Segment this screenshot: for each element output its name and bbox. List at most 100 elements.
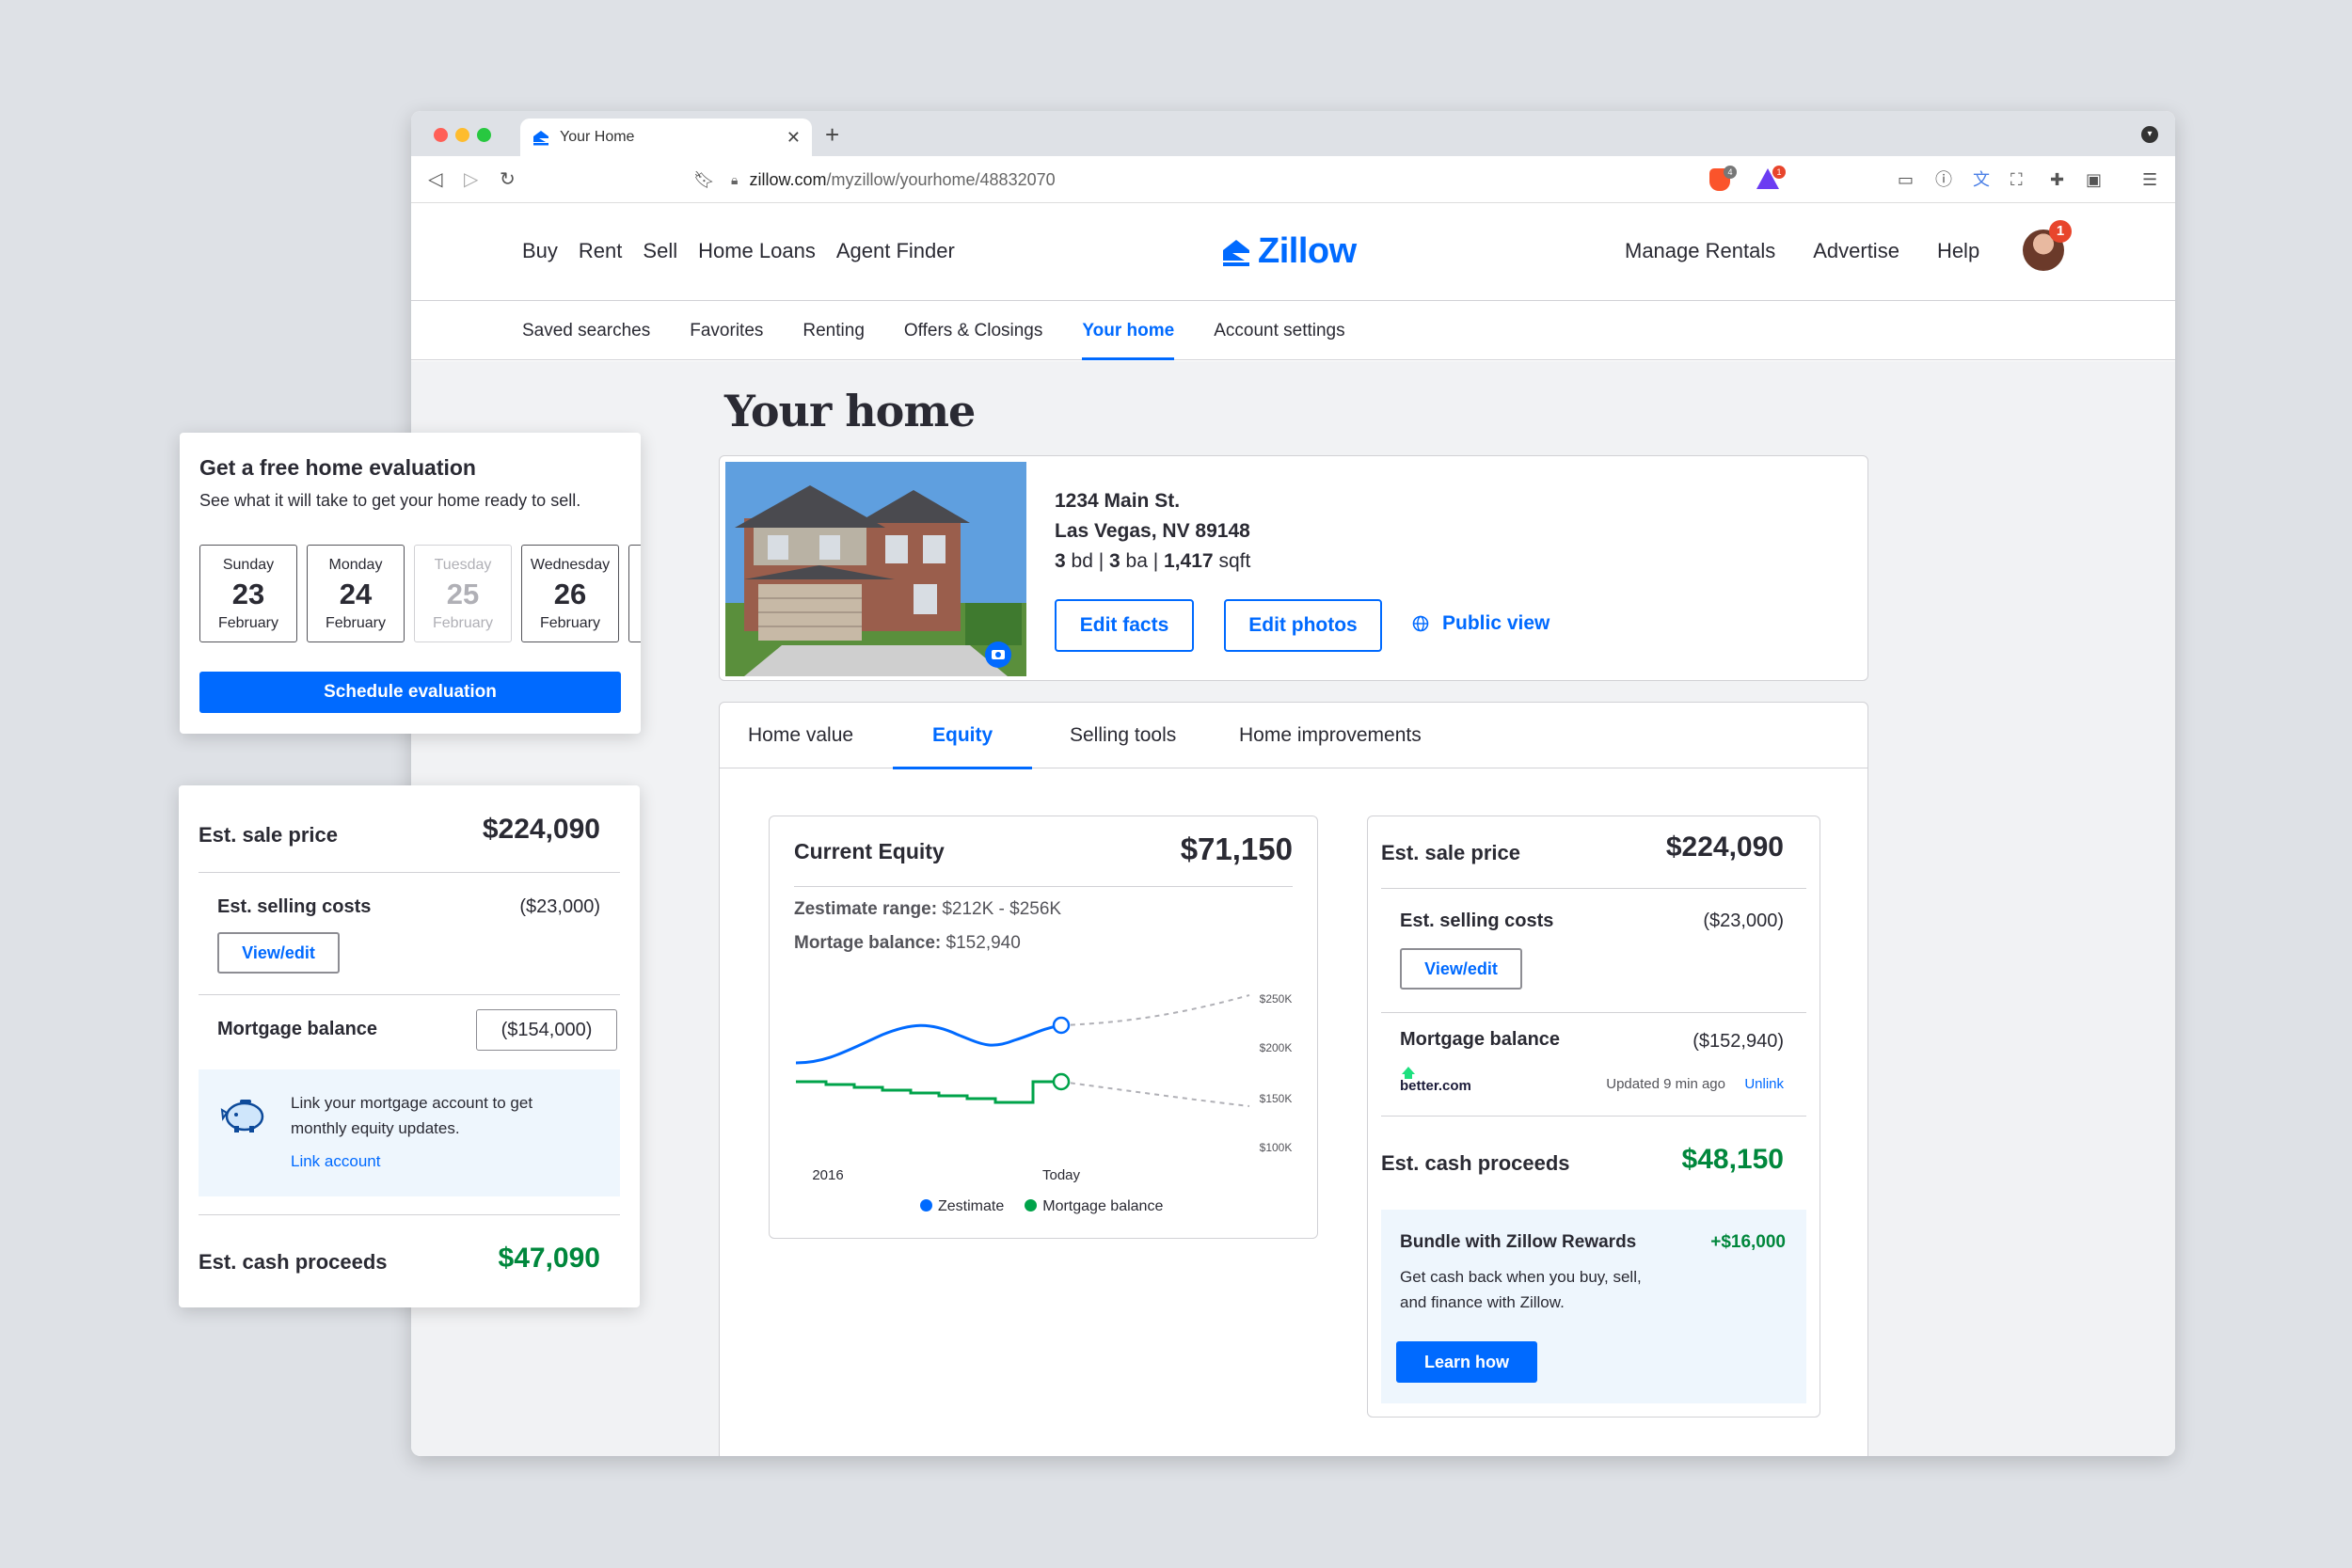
date-weekday: Wednesday [530,557,611,573]
sale-estimate-card: Est. sale price $224,090 Est. selling co… [1367,816,1820,1418]
edit-photos-button[interactable]: Edit photos [1224,599,1382,652]
mortgage-balance-input[interactable]: ($154,000) [476,1009,617,1051]
edit-facts-button[interactable]: Edit facts [1055,599,1194,652]
sell-estimate-card: Est. sale price $224,090 Est. selling co… [179,785,640,1307]
subnav-account-settings[interactable]: Account settings [1214,321,1344,341]
nav-sell[interactable]: Sell [643,239,677,263]
nav-rent[interactable]: Rent [579,239,622,263]
address-bar[interactable]: 🔒︎ zillow.com/myzillow/yourhome/48832070 [731,164,1789,196]
tab-title: Your Home [560,129,635,145]
selling-costs-label: Est. selling costs [1400,911,1554,931]
promo-title: Bundle with Zillow Rewards [1400,1232,1637,1252]
updated-time: Updated 9 min ago [1606,1076,1725,1092]
view-edit-button[interactable]: View/edit [217,932,340,974]
subnav-your-home[interactable]: Your home [1082,302,1174,360]
date-month: February [539,615,601,631]
divider [1381,1012,1806,1013]
baths-count: 3 [1109,550,1120,572]
learn-how-button[interactable]: Learn how [1396,1341,1537,1383]
date-month: February [432,615,494,631]
new-tab-icon[interactable]: + [825,120,839,150]
date-option-wednesday[interactable]: Wednesday 26 February [521,545,619,642]
date-option-monday[interactable]: Monday 24 February [307,545,405,642]
nav-advertise[interactable]: Advertise [1813,239,1899,263]
chart-legend: Zestimate Mortgage balance [920,1198,1163,1215]
home-tabs-card: Home value Equity Selling tools Home imp… [719,702,1868,1456]
reload-icon[interactable]: ↻ [500,168,516,191]
wallet-icon[interactable]: ▣ [2086,168,2102,191]
browser-toolbar: ◁ ▷ ↻ 🔖︎ 🔒︎ zillow.com/myzillow/yourhome… [411,156,2175,203]
screenshot-icon[interactable]: ⛶ [2010,168,2023,191]
y-tick-100k: $100K [1260,1141,1293,1154]
tab-search-icon[interactable]: ▾ [2141,126,2158,143]
beds-count: 3 [1055,550,1066,572]
tab-equity[interactable]: Equity [892,703,1033,769]
cast-icon[interactable]: ▭ [1898,168,1914,191]
zillow-logo[interactable]: Zillow [1220,231,1357,272]
y-tick-250k: $250K [1260,992,1293,1006]
lender-name: better.com [1400,1078,1471,1094]
nav-help[interactable]: Help [1937,239,1979,263]
selling-costs-label: Est. selling costs [217,896,372,917]
mortgage-balance-line [796,1080,1061,1104]
globe-icon [1412,615,1429,632]
date-month: February [217,615,279,631]
link-account-link[interactable]: Link account [291,1152,380,1171]
subnav-offers-closings[interactable]: Offers & Closings [904,321,1042,341]
public-view-link[interactable]: Public view [1412,612,1549,635]
legend-zestimate: Zestimate [920,1198,1004,1215]
brave-rewards-count: 1 [1772,166,1786,179]
forward-icon[interactable]: ▷ [464,168,478,191]
close-window-button[interactable] [434,128,448,142]
zestimate-range-label: Zestimate range: [794,899,938,919]
extensions-icon[interactable]: ✚ [2050,168,2064,191]
minimize-window-button[interactable] [455,128,469,142]
brave-shield-count: 4 [1724,166,1737,179]
translate-icon[interactable]: 文 [1973,168,1990,191]
schedule-evaluation-button[interactable]: Schedule evaluation [199,672,621,713]
bookmark-icon[interactable]: 🔖︎ [693,168,715,191]
promo-text: Get cash back when you buy, sell, and fi… [1400,1264,1642,1315]
unlink-link[interactable]: Unlink [1744,1076,1784,1092]
promo-amount: +$16,000 [1710,1232,1786,1252]
zestimate-today-point [1052,1016,1071,1035]
page-title: Your home [724,386,976,436]
date-option-next[interactable] [628,545,641,642]
date-option-sunday[interactable]: Sunday 23 February [199,545,297,642]
back-icon[interactable]: ◁ [428,168,442,191]
browser-tab[interactable]: Your Home ✕ [520,119,812,156]
divider [199,872,620,873]
subnav-saved-searches[interactable]: Saved searches [522,321,650,341]
legend-zestimate-label: Zestimate [938,1198,1005,1214]
property-address: 1234 Main St. Las Vegas, NV 89148 [1055,486,1250,546]
maximize-window-button[interactable] [477,128,491,142]
view-edit-button[interactable]: View/edit [1400,948,1522,990]
zestimate-projection-line [1060,994,1250,1026]
divider [1381,1116,1806,1117]
subnav-renting[interactable]: Renting [803,321,865,341]
address-line-1: 1234 Main St. [1055,490,1181,512]
password-icon[interactable]: ⓘ [1935,168,1952,191]
tab-home-improvements[interactable]: Home improvements [1239,703,1422,768]
cash-proceeds-value: $48,150 [1681,1144,1784,1175]
tab-close-icon[interactable]: ✕ [787,128,801,148]
selling-costs-value: ($23,000) [1703,911,1784,931]
tab-selling-tools[interactable]: Selling tools [1070,703,1176,768]
nav-home-loans[interactable]: Home Loans [698,239,816,263]
primary-nav-right: Manage Rentals Advertise Help [1625,239,1979,263]
property-photo[interactable] [725,462,1026,676]
y-tick-200k: $200K [1260,1041,1293,1054]
menu-icon[interactable]: ☰ [2142,168,2157,191]
url-host: zillow.com [749,169,827,189]
evaluation-title: Get a free home evaluation [199,455,476,480]
zillow-logo-icon [1223,239,1249,266]
sqft-count: 1,417 [1164,550,1214,572]
date-weekday: Tuesday [434,557,492,573]
nav-manage-rentals[interactable]: Manage Rentals [1625,239,1775,263]
tab-home-value[interactable]: Home value [748,703,853,768]
subnav-favorites[interactable]: Favorites [690,321,763,341]
nav-agent-finder[interactable]: Agent Finder [836,239,955,263]
date-option-tuesday: Tuesday 25 February [414,545,512,642]
nav-buy[interactable]: Buy [522,239,558,263]
mortgage-balance-label: Mortage balance: [794,933,942,953]
